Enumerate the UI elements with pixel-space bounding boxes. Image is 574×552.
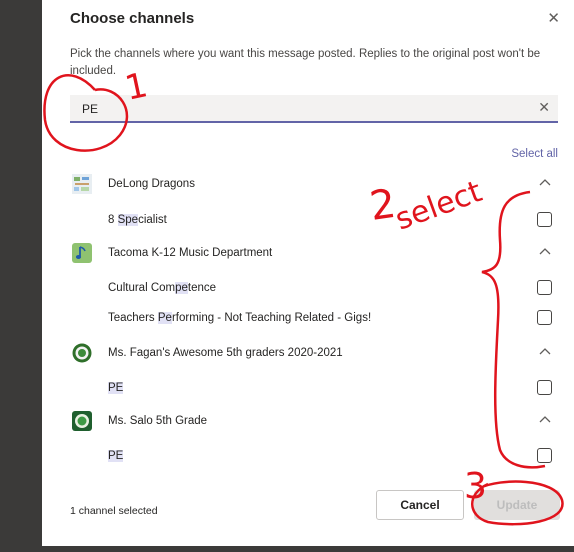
team-name: Ms. Fagan's Awesome 5th graders 2020-202… xyxy=(108,347,343,359)
team-logo-icon xyxy=(72,343,92,363)
dialog-title: Choose channels xyxy=(70,10,195,27)
team-name: Ms. Salo 5th Grade xyxy=(108,415,208,427)
channel-checkbox[interactable] xyxy=(537,380,552,395)
close-icon[interactable]: ✕ xyxy=(547,9,560,27)
channel-row[interactable]: PE xyxy=(70,446,558,468)
team-name: Tacoma K-12 Music Department xyxy=(108,247,273,259)
channel-row[interactable]: PE xyxy=(70,378,558,400)
channel-name: Teachers Performing - Not Teaching Relat… xyxy=(108,312,372,324)
team-image-icon xyxy=(72,174,92,194)
channel-checkbox[interactable] xyxy=(537,448,552,463)
team-row: Tacoma K-12 Music Department xyxy=(70,243,558,265)
dialog-description: Pick the channels where you want this me… xyxy=(70,48,541,77)
music-note-icon xyxy=(72,243,92,263)
selection-status: 1 channel selected xyxy=(70,505,158,517)
chevron-up-icon[interactable] xyxy=(536,343,554,361)
channel-name: Cultural Competence xyxy=(108,282,217,294)
search-input[interactable] xyxy=(82,99,522,119)
channel-name: PE xyxy=(108,450,124,462)
close-icon[interactable]: ✕ xyxy=(538,99,550,116)
channel-name: 8 Specialist xyxy=(108,214,167,226)
cancel-button[interactable]: Cancel xyxy=(376,490,464,520)
choose-channels-dialog: Choose channels ✕ Pick the channels wher… xyxy=(42,0,574,546)
team-logo-icon xyxy=(72,411,92,431)
channel-row[interactable]: Teachers Performing - Not Teaching Relat… xyxy=(70,308,558,330)
update-button[interactable]: Update xyxy=(474,490,560,520)
team-row: Ms. Fagan's Awesome 5th graders 2020-202… xyxy=(70,343,558,365)
channel-row[interactable]: Cultural Competence xyxy=(70,278,558,300)
chevron-up-icon[interactable] xyxy=(536,411,554,429)
team-row: DeLong Dragons xyxy=(70,174,558,196)
channel-name: PE xyxy=(108,382,124,394)
background-app-strip xyxy=(0,0,42,552)
channel-checkbox[interactable] xyxy=(537,310,552,325)
channel-row[interactable]: 8 Specialist xyxy=(70,210,558,232)
channel-checkbox[interactable] xyxy=(537,212,552,227)
team-row: Ms. Salo 5th Grade xyxy=(70,411,558,433)
chevron-up-icon[interactable] xyxy=(536,243,554,261)
team-name: DeLong Dragons xyxy=(108,178,195,190)
search-box[interactable]: ✕ xyxy=(70,95,558,123)
channel-checkbox[interactable] xyxy=(537,280,552,295)
select-all-link[interactable]: Select all xyxy=(511,148,558,160)
chevron-up-icon[interactable] xyxy=(536,174,554,192)
